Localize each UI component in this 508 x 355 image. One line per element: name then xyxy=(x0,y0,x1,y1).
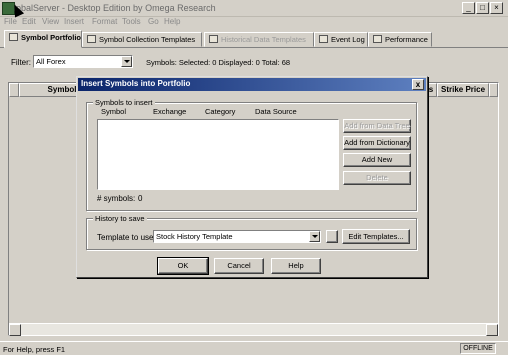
symbol-count-value: 0 xyxy=(138,194,143,203)
add-from-data-tree-button[interactable]: Add from Data Tree xyxy=(343,119,411,133)
tab-symbol-portfolio[interactable]: Symbol Portfolio xyxy=(4,30,82,48)
maximize-icon[interactable]: □ xyxy=(476,2,489,14)
list-header-exchange[interactable]: Exchange xyxy=(153,107,186,116)
tab-label: Symbol Portfolio xyxy=(21,33,81,42)
tab-label: Performance xyxy=(385,35,428,44)
log-icon xyxy=(319,35,328,43)
help-button[interactable]: Help xyxy=(271,258,321,274)
tab-performance[interactable]: Performance xyxy=(368,32,432,47)
chevron-down-icon[interactable] xyxy=(309,231,320,242)
list-header-symbol[interactable]: Symbol xyxy=(101,107,126,116)
status-bar: For Help, press F1 OFFLINE xyxy=(0,341,508,355)
cancel-button[interactable]: Cancel xyxy=(214,258,264,274)
tab-symbol-collection-templates[interactable]: Symbol Collection Templates xyxy=(82,32,202,47)
add-new-button[interactable]: Add New xyxy=(343,153,411,167)
tab-label: Historical Data Templates xyxy=(221,35,306,44)
symbol-count-label: # symbols: xyxy=(97,194,136,203)
menu-edit[interactable]: Edit xyxy=(22,17,36,26)
menu-file[interactable]: File xyxy=(4,17,17,26)
tab-historical-data-templates[interactable]: Historical Data Templates xyxy=(204,32,314,47)
delete-button[interactable]: Delete xyxy=(343,171,411,185)
row-header-corner xyxy=(9,83,19,97)
menu-format[interactable]: Format xyxy=(92,17,117,26)
template-value: Stock History Template xyxy=(156,232,233,241)
menu-insert[interactable]: Insert xyxy=(64,17,84,26)
menu-tools[interactable]: Tools xyxy=(122,17,141,26)
dialog-title-text: Insert Symbols into Portfolio xyxy=(81,79,191,88)
tab-label: Symbol Collection Templates xyxy=(99,35,196,44)
filter-dropdown[interactable]: All Forex xyxy=(33,55,133,68)
list-header-category[interactable]: Category xyxy=(205,107,235,116)
symbol-counts: Symbols: Selected: 0 Displayed: 0 Total:… xyxy=(146,58,291,67)
add-from-dictionary-button[interactable]: Add from Dictionary xyxy=(343,136,411,150)
symbols-list[interactable] xyxy=(97,119,339,190)
tab-event-log[interactable]: Event Log xyxy=(314,32,368,47)
column-header-strike-price[interactable]: Strike Price xyxy=(437,83,489,97)
title-bar: lobalServer - Desktop Edition by Omega R… xyxy=(0,0,508,17)
list-header-data-source[interactable]: Data Source xyxy=(255,107,297,116)
template-dropdown[interactable]: Stock History Template xyxy=(153,230,321,243)
window-title: lobalServer - Desktop Edition by Omega R… xyxy=(14,3,216,13)
filter-label: Filter: xyxy=(11,58,31,67)
status-mode: OFFLINE xyxy=(460,343,496,354)
chevron-down-icon[interactable] xyxy=(121,56,132,67)
menu-view[interactable]: View xyxy=(42,17,59,26)
tab-bar: Symbol Portfolio Symbol Collection Templ… xyxy=(0,30,508,48)
portfolio-icon xyxy=(9,33,18,41)
scroll-right-icon[interactable] xyxy=(486,324,498,336)
dialog-title: Insert Symbols into Portfolio x xyxy=(78,78,426,91)
template-picker-button[interactable] xyxy=(326,230,338,243)
menu-help[interactable]: Help xyxy=(164,17,180,26)
performance-icon xyxy=(373,35,382,43)
minimize-icon[interactable]: _ xyxy=(462,2,475,14)
filter-value: All Forex xyxy=(36,57,66,66)
history-icon xyxy=(209,35,218,43)
column-header-next[interactable] xyxy=(489,83,498,97)
status-text: For Help, press F1 xyxy=(3,345,66,354)
menu-bar: File Edit View Insert Format Tools Go He… xyxy=(0,17,508,29)
scroll-left-icon[interactable] xyxy=(9,324,21,336)
ok-button[interactable]: OK xyxy=(157,257,209,275)
edit-templates-button[interactable]: Edit Templates... xyxy=(342,229,410,244)
insert-symbols-dialog: Insert Symbols into Portfolio x Symbols … xyxy=(76,76,428,278)
template-label: Template to use: xyxy=(97,233,156,242)
close-icon[interactable]: x xyxy=(412,79,424,90)
group-label: Symbols to insert xyxy=(93,98,155,107)
group-label: History to save xyxy=(93,214,147,223)
tab-label: Event Log xyxy=(331,35,365,44)
horizontal-scrollbar[interactable] xyxy=(9,323,498,336)
close-icon[interactable]: × xyxy=(490,2,503,14)
menu-go[interactable]: Go xyxy=(148,17,159,26)
collection-icon xyxy=(87,35,96,43)
